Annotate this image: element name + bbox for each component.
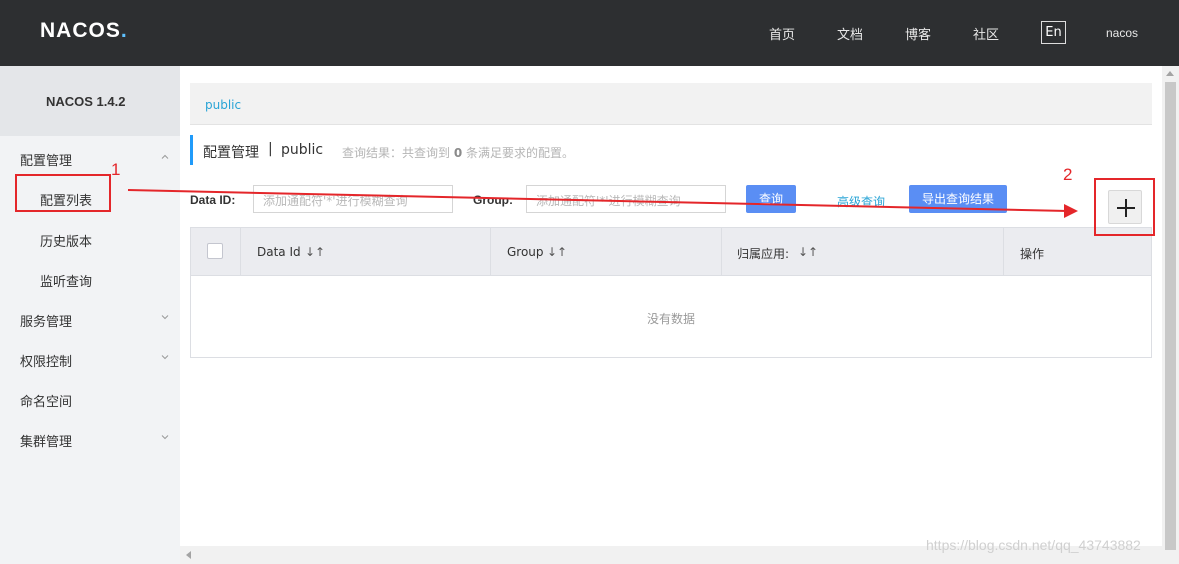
scroll-up-arrow-icon[interactable] <box>1166 71 1174 76</box>
annotation-box-2 <box>1094 178 1155 236</box>
annotation-label-1: 1 <box>111 160 121 179</box>
watermark: https://blog.csdn.net/qq_43743882 <box>926 537 1141 553</box>
nacos-logo[interactable]: NACOS. <box>40 19 128 43</box>
select-all-checkbox[interactable] <box>207 243 223 259</box>
group-label: Group: <box>473 193 513 207</box>
annotation-box-1 <box>15 174 111 212</box>
sidebar-item-namespace[interactable]: 命名空间 <box>20 391 72 410</box>
sort-icon[interactable]: ↓↑ <box>547 245 567 259</box>
namespace-bar: public <box>190 83 1152 125</box>
vertical-scrollbar[interactable] <box>1162 66 1179 564</box>
column-label: Group <box>507 245 544 259</box>
advanced-query-link[interactable]: 高级查询 <box>837 193 885 210</box>
sidebar-group-service-management[interactable]: 服务管理 <box>20 311 72 330</box>
chevron-down-icon <box>161 315 169 320</box>
column-label: 归属应用: <box>737 247 790 261</box>
sidebar-version-title: NACOS 1.4.2 <box>0 66 180 136</box>
result-prefix: 查询结果：共查询到 <box>342 146 451 160</box>
logo-dot: . <box>120 19 128 42</box>
language-toggle-button[interactable]: En <box>1041 21 1066 44</box>
search-button[interactable]: 查询 <box>746 185 796 213</box>
sidebar-group-access-control[interactable]: 权限控制 <box>20 351 72 370</box>
page-title: 配置管理 <box>203 145 259 161</box>
column-app[interactable]: 归属应用: ↓↑ <box>722 228 1004 276</box>
chevron-down-icon <box>161 355 169 360</box>
column-data-id[interactable]: Data Id ↓↑ <box>241 228 491 276</box>
table-header: Data Id ↓↑ Group ↓↑ 归属应用: ↓↑ 操作 <box>191 228 1151 276</box>
group-input[interactable]: 添加通配符'*'进行模糊查询 <box>526 185 726 213</box>
logo-text: NACOS <box>40 19 121 42</box>
user-menu[interactable]: nacos <box>1106 26 1138 40</box>
export-results-button[interactable]: 导出查询结果 <box>909 185 1007 213</box>
query-result-summary: 查询结果：共查询到 0 条满足要求的配置。 <box>342 144 574 161</box>
page-namespace: public <box>281 142 324 158</box>
empty-table-message: 没有数据 <box>646 312 695 326</box>
chevron-up-icon <box>161 154 169 159</box>
nav-blog[interactable]: 博客 <box>905 24 931 43</box>
version-label: NACOS 1.4.2 <box>46 94 126 109</box>
column-group[interactable]: Group ↓↑ <box>491 228 722 276</box>
sidebar-item-history[interactable]: 历史版本 <box>40 231 92 250</box>
column-label: 操作 <box>1020 247 1045 261</box>
nav-community[interactable]: 社区 <box>973 24 999 43</box>
nav-docs[interactable]: 文档 <box>837 24 863 43</box>
nav-home[interactable]: 首页 <box>769 24 795 43</box>
annotation-label-2: 2 <box>1063 165 1073 184</box>
sidebar-group-cluster-management[interactable]: 集群管理 <box>20 431 72 450</box>
data-id-label: Data ID: <box>190 193 236 207</box>
main-content: public 配置管理 | public 查询结果：共查询到 0 条满足要求的配… <box>180 66 1162 546</box>
data-id-input[interactable]: 添加通配符'*'进行模糊查询 <box>253 185 453 213</box>
config-table: Data Id ↓↑ Group ↓↑ 归属应用: ↓↑ 操作 没有数据 <box>190 227 1152 358</box>
sidebar: NACOS 1.4.2 配置管理 配置列表 历史版本 监听查询 服务管理 权限控… <box>0 66 180 564</box>
chevron-down-icon <box>161 435 169 440</box>
sort-icon[interactable]: ↓↑ <box>798 245 818 259</box>
result-count: 0 <box>453 146 463 160</box>
select-all-column <box>191 228 241 276</box>
top-navbar: NACOS. 首页 文档 博客 社区 En nacos <box>0 0 1179 66</box>
sort-icon[interactable]: ↓↑ <box>305 245 325 259</box>
column-label: Data Id <box>257 245 301 259</box>
vertical-scroll-thumb[interactable] <box>1165 82 1176 550</box>
sidebar-item-listener-query[interactable]: 监听查询 <box>40 271 92 290</box>
scroll-left-arrow-icon[interactable] <box>186 551 191 559</box>
sidebar-group-config-management[interactable]: 配置管理 <box>20 150 72 169</box>
page-title-separator: | <box>268 141 273 157</box>
namespace-public-link[interactable]: public <box>205 98 241 112</box>
page-heading: 配置管理 | public <box>190 135 323 165</box>
result-suffix: 条满足要求的配置。 <box>466 146 575 160</box>
